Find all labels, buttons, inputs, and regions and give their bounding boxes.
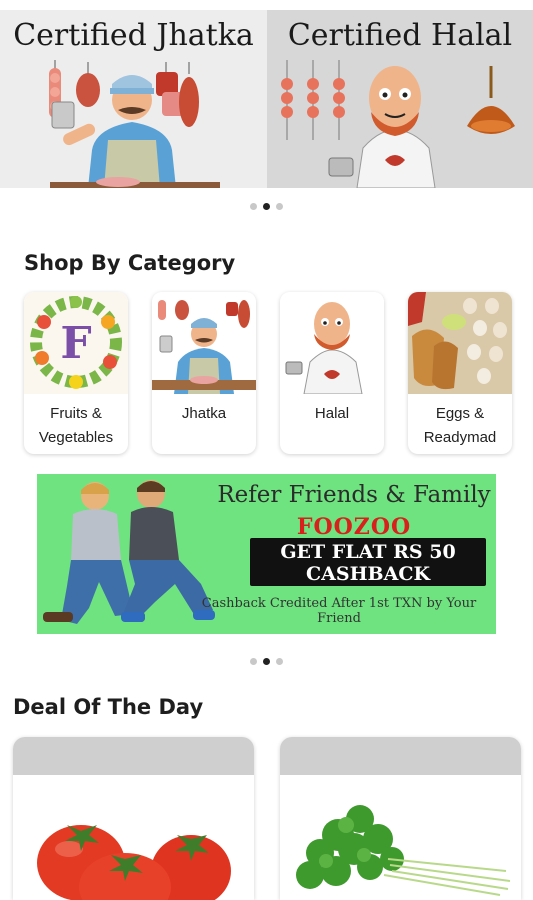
category-card-halal[interactable]: Halal bbox=[280, 292, 384, 454]
butcher-illustration bbox=[49, 60, 220, 188]
deal-card-tomatoes[interactable] bbox=[13, 737, 254, 900]
category-label: Jhatka bbox=[181, 405, 227, 422]
deal-card-coriander[interactable] bbox=[280, 737, 521, 900]
carousel-dot[interactable] bbox=[276, 658, 283, 665]
refer-title: Refer Friends & Family bbox=[217, 482, 491, 508]
cashback-note: Cashback Credited After 1st TXN by Your … bbox=[201, 596, 477, 626]
banner-carousel-indicator bbox=[0, 203, 533, 210]
carousel-dot[interactable] bbox=[250, 658, 257, 665]
banner-certified-halal[interactable]: Certified Halal bbox=[267, 10, 533, 188]
carousel-dot-active[interactable] bbox=[263, 203, 270, 210]
svg-text:F: F bbox=[60, 318, 91, 369]
category-card-fruits-vegetables[interactable]: F Fruits & Vegetables bbox=[24, 292, 128, 454]
top-banner-carousel[interactable]: Certified Jhatka Certified Halal bbox=[0, 10, 533, 188]
halal-butcher-illustration bbox=[281, 60, 515, 188]
shop-by-category-heading: Shop By Category bbox=[24, 251, 236, 275]
category-list: F Fruits & Vegetables Jhatka Halal Eggs … bbox=[24, 292, 514, 454]
deal-card-header bbox=[13, 737, 254, 775]
category-card-jhatka[interactable]: Jhatka bbox=[152, 292, 256, 454]
category-label: Fruits & Vegetables bbox=[38, 405, 114, 446]
deal-list bbox=[13, 737, 521, 900]
refer-friends-banner[interactable]: Refer Friends & Family FOOZOO GET FLAT R… bbox=[37, 474, 496, 634]
category-card-eggs-readymade[interactable]: Eggs & Readymad bbox=[408, 292, 512, 454]
promo-carousel-indicator bbox=[0, 658, 533, 665]
halal-butcher-image bbox=[280, 292, 384, 394]
carousel-dot[interactable] bbox=[276, 203, 283, 210]
butcher-image bbox=[152, 292, 256, 394]
coriander-image bbox=[296, 805, 511, 896]
eggs-readymade-image bbox=[408, 292, 512, 394]
cashback-offer-box: GET FLAT RS 50 CASHBACK bbox=[250, 538, 486, 586]
deal-of-the-day-heading: Deal Of The Day bbox=[13, 695, 204, 719]
fruits-vegetables-image: F bbox=[24, 292, 128, 394]
banner-certified-jhatka[interactable]: Certified Jhatka bbox=[0, 10, 267, 188]
category-label: Eggs & Readymad bbox=[423, 405, 497, 446]
offer-line-1: GET FLAT RS 50 bbox=[280, 541, 456, 563]
carousel-dot-active[interactable] bbox=[263, 658, 270, 665]
category-label: Halal bbox=[314, 405, 350, 422]
deal-card-header bbox=[280, 737, 521, 775]
brand-name: FOOZOO bbox=[296, 514, 412, 540]
offer-line-2: CASHBACK bbox=[306, 563, 430, 585]
tomatoes-image bbox=[37, 825, 231, 900]
carousel-dot[interactable] bbox=[250, 203, 257, 210]
